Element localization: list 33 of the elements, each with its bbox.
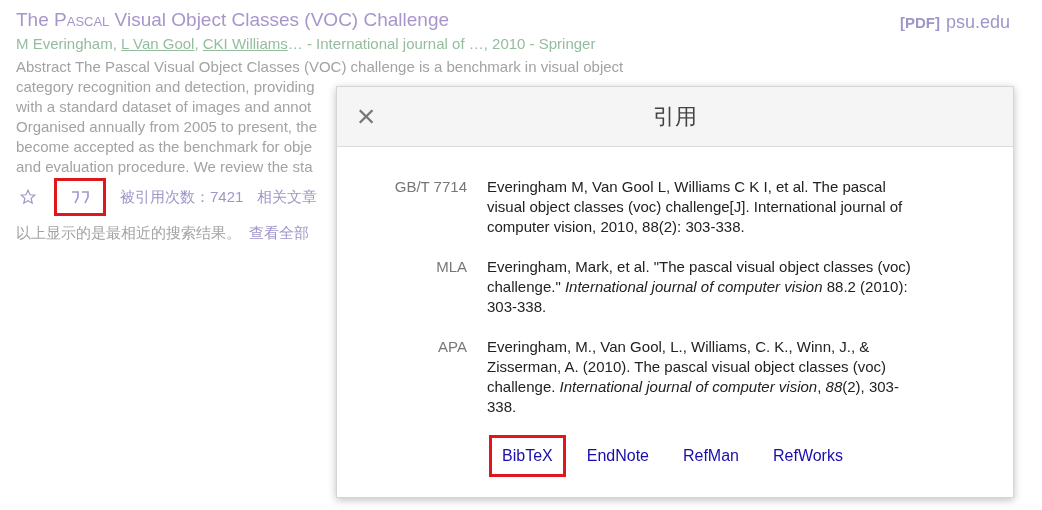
abstract-line: category recognition and detection, providing xyxy=(16,77,315,97)
abstract-line: and evaluation procedure. We review the sta xyxy=(16,157,313,177)
abstract-line: Organised annually from 2005 to present, the xyxy=(16,117,318,137)
citation-text: Everingham, Mark, et al. "The pascal visual object classes (voc) challenge." International journal of computer vision 88.2 (2010): 303-338. xyxy=(487,257,912,317)
close-button[interactable]: × xyxy=(351,99,381,133)
author-link[interactable]: L Van Gool xyxy=(121,33,195,55)
abstract-line: become accepted as the benchmark for obje xyxy=(16,137,312,157)
citation-text: Everingham M, Van Gool L, Williams C K I, et al. The pascal visual object classes (voc) challenge[J]. International journal of computer vision, 2010, 88(2): 303-338. xyxy=(487,177,904,237)
export-link[interactable]: RefMan xyxy=(669,435,752,477)
pdf-source-link[interactable]: psu.edu xyxy=(945,9,1010,36)
citation-style: APA xyxy=(437,337,467,357)
author-link[interactable]: CKI Williams xyxy=(202,33,288,55)
citation-style: MLA xyxy=(435,257,467,277)
citation-text: Everingham, M., Van Gool, L., Williams, C. K., Winn, J., & Zisserman, A. (2010). The pascal visual object classes (voc) challenge. International journal of computer vision, 88(2), 303-338. xyxy=(487,337,900,417)
abstract-line: with a standard dataset of images and annot xyxy=(16,97,312,117)
result-link[interactable]: 被引用次数：7421 xyxy=(120,185,244,209)
author-name: , xyxy=(112,34,118,54)
export-link[interactable]: BibTeX xyxy=(489,435,566,477)
citation-style: GB/T 7714 xyxy=(393,177,467,197)
view-all-link[interactable]: 查看全部 xyxy=(249,222,309,245)
pdf-tag: [PDF] xyxy=(899,12,940,35)
quote-button[interactable] xyxy=(54,178,106,216)
quote-icon xyxy=(70,190,90,204)
results-note: 以上显示的是最相近的搜索结果。 xyxy=(16,223,241,243)
author-name: , xyxy=(194,34,200,54)
publication-info: … - International journal of …, 2010 - Springer xyxy=(287,34,596,54)
result-title[interactable]: The Pascal Visual Object Classes (VOC) Challenge xyxy=(16,8,716,32)
abstract-line: Abstract The Pascal Visual Object Classes (VOC) challenge is a benchmark in visual object xyxy=(16,57,624,77)
export-link[interactable]: RefWorks xyxy=(760,435,856,477)
result-link[interactable]: 相关文章 xyxy=(257,185,318,209)
dialog-title: 引用 xyxy=(653,103,697,131)
export-link[interactable]: EndNote xyxy=(573,435,662,477)
author-name: M Everingham xyxy=(16,34,113,54)
